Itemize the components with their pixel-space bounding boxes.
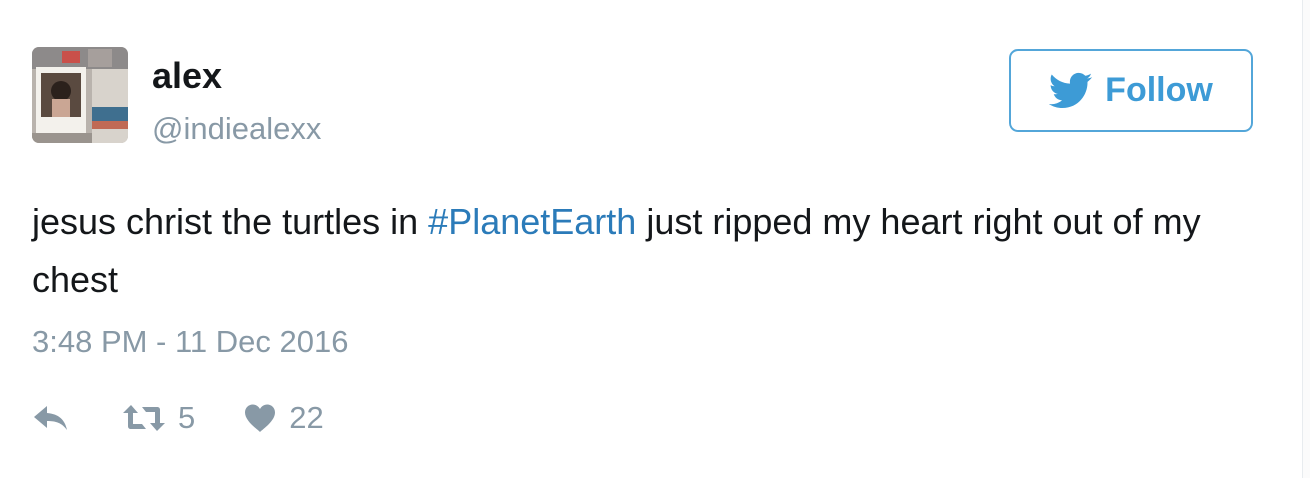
avatar[interactable]: [32, 47, 128, 143]
retweet-button[interactable]: 5: [122, 400, 195, 436]
avatar-image: [32, 47, 128, 143]
like-button[interactable]: 22: [243, 400, 324, 436]
scrollbar-edge: [1302, 0, 1310, 478]
follow-button[interactable]: Follow: [1009, 49, 1253, 132]
tweet-card: alex @indiealexx Follow jesus christ the…: [0, 0, 1310, 478]
like-count: 22: [289, 400, 324, 435]
tweet-text: jesus christ the turtles in #PlanetEarth…: [32, 193, 1262, 309]
reply-icon: [34, 406, 67, 430]
display-name[interactable]: alex: [152, 56, 222, 96]
hashtag-link[interactable]: #PlanetEarth: [428, 201, 636, 242]
tweet-actions: 5 22: [32, 396, 324, 440]
follow-label: Follow: [1105, 71, 1213, 109]
twitter-bird-icon: [1049, 72, 1093, 108]
retweet-icon: [123, 405, 165, 431]
heart-icon: [245, 404, 276, 432]
reply-button[interactable]: [32, 403, 70, 433]
timestamp[interactable]: 3:48 PM - 11 Dec 2016: [32, 324, 349, 360]
tweet-text-before: jesus christ the turtles in: [32, 201, 429, 242]
retweet-count: 5: [178, 400, 196, 435]
user-handle[interactable]: @indiealexx: [152, 111, 321, 147]
